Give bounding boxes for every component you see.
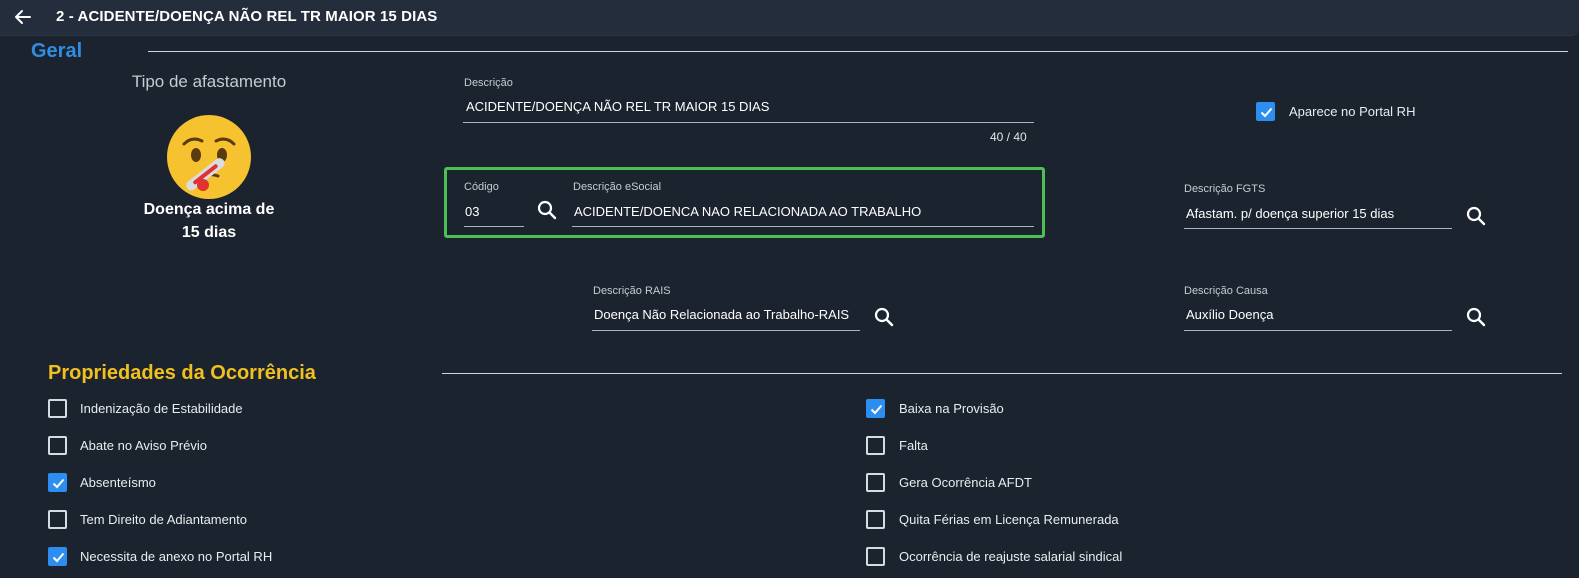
search-icon[interactable] [1465,205,1487,227]
prop-left-label-2: Absenteísmo [80,475,156,490]
section-divider [148,51,1568,52]
descricao-esocial-label: Descrição eSocial [573,181,662,193]
descricao-causa-label: Descrição Causa [1184,285,1268,297]
esocial-highlight-box [444,167,1045,238]
prop-left-label-1: Abate no Aviso Prévio [80,438,207,453]
descricao-esocial-underline [572,226,1034,227]
prop-left-checkbox-0[interactable] [48,399,67,418]
section-title-propriedades: Propriedades da Ocorrência [48,362,316,384]
prop-right-checkbox-0[interactable] [866,399,885,418]
descricao-input[interactable]: ACIDENTE/DOENÇA NÃO REL TR MAIOR 15 DIAS [466,99,1032,114]
descricao-label: Descrição [464,77,513,89]
prop-left-checkbox-2[interactable] [48,473,67,492]
check-icon [870,404,883,415]
check-icon [1260,107,1273,118]
prop-left-label-4: Necessita de anexo no Portal RH [80,549,273,564]
prop-right-label-4: Ocorrência de reajuste salarial sindical [899,549,1123,564]
descricao-fgts-input[interactable]: Afastam. p/ doença superior 15 dias [1186,206,1450,221]
descricao-rais-underline [592,330,860,331]
descricao-fgts-underline [1184,228,1452,229]
prop-right-checkbox-3[interactable] [866,510,885,529]
search-icon[interactable] [873,306,895,328]
prop-right-checkbox-4[interactable] [866,547,885,566]
descricao-fgts-label: Descrição FGTS [1184,183,1266,195]
section-divider [442,373,1562,374]
check-icon [52,552,65,563]
aparece-portal-checkbox[interactable] [1256,102,1275,121]
aparece-portal-label: Aparece no Portal RH [1289,104,1416,119]
prop-right-label-1: Falta [899,438,928,453]
prop-left-checkbox-3[interactable] [48,510,67,529]
descricao-rais-label: Descrição RAIS [593,285,671,297]
prop-left-checkbox-4[interactable] [48,547,67,566]
search-icon[interactable] [536,199,558,221]
prop-left-label-3: Tem Direito de Adiantamento [80,512,247,527]
prop-right-label-0: Baixa na Provisão [899,401,1004,416]
prop-left-label-0: Indenização de Estabilidade [80,401,243,416]
section-title-geral: Geral [31,40,83,62]
search-icon[interactable] [1465,306,1487,328]
arrow-left-icon [15,10,31,24]
descricao-causa-input[interactable]: Auxílio Doença [1186,307,1450,322]
top-bar: 2 - ACIDENTE/DOENÇA NÃO REL TR MAIOR 15 … [0,0,1579,36]
tipo-afastamento-name-line2: 15 dias [181,224,237,241]
prop-right-label-3: Quita Férias em Licença Remunerada [899,512,1119,527]
descricao-esocial-input[interactable]: ACIDENTE/DOENCA NAO RELACIONADA AO TRABA… [574,204,1032,219]
page-title: 2 - ACIDENTE/DOENÇA NÃO REL TR MAIOR 15 … [56,8,438,25]
prop-right-checkbox-1[interactable] [866,436,885,455]
prop-left-checkbox-1[interactable] [48,436,67,455]
back-button[interactable] [10,5,36,29]
tipo-afastamento-name-line1: Doença acima de [143,201,275,218]
codigo-underline [464,226,524,227]
descricao-underline [463,122,1034,123]
descricao-counter: 40 / 40 [990,130,1027,144]
tipo-afastamento-name: Doença acima de 15 dias [108,198,310,244]
codigo-label: Código [464,181,499,193]
descricao-rais-input[interactable]: Doença Não Relacionada ao Trabalho-RAIS [594,307,859,322]
check-icon [52,478,65,489]
codigo-input[interactable]: 03 [465,204,523,219]
descricao-causa-underline [1184,330,1452,331]
prop-right-checkbox-2[interactable] [866,473,885,492]
sick-face-thermometer-icon[interactable] [166,114,252,200]
tipo-afastamento-label: Tipo de afastamento [131,72,287,91]
prop-right-label-2: Gera Ocorrência AFDT [899,475,1032,490]
